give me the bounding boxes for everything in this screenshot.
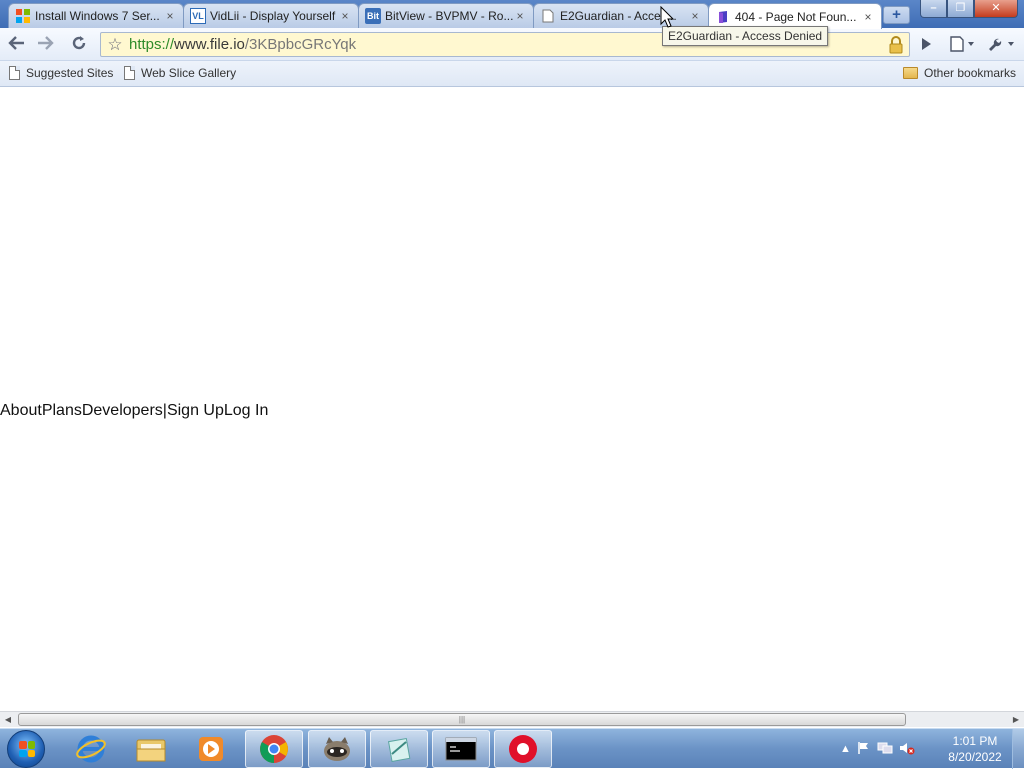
vidlii-logo-icon: VL [190,8,206,24]
nav-plans-link[interactable]: Plans [42,402,82,420]
url-host: www.file.io [174,36,245,53]
internet-explorer-icon [76,735,106,763]
minimize-button[interactable]: – [920,0,947,18]
command-prompt-icon [445,737,477,761]
tab-strip: Install Windows 7 Ser... × VL VidLii - D… [0,0,1024,29]
forward-arrow-icon [36,35,54,56]
tab-close-icon[interactable]: × [861,10,875,24]
tab-title: VidLii - Display Yourself [210,9,336,23]
page-icon [9,66,20,80]
internet-explorer-taskbar-button[interactable] [62,730,120,768]
show-hidden-icons-icon[interactable]: ▲ [840,743,851,755]
windows-taskbar: ▲ 1:01 PM 8/20/2022 [0,728,1024,769]
command-prompt-taskbar-button[interactable] [432,730,490,768]
scrollbar-thumb[interactable]: ||| [18,713,906,726]
other-bookmarks-label: Other bookmarks [924,66,1017,80]
tab-install-windows[interactable]: Install Windows 7 Ser... × [8,3,184,28]
start-button[interactable] [7,730,45,768]
record-icon [509,735,537,763]
windows-explorer-taskbar-button[interactable] [122,730,180,768]
nav-developers-link[interactable]: Developers [82,402,163,420]
page-menu-button[interactable] [946,33,980,57]
tab-tooltip: E2Guardian - Access Denied [662,26,829,46]
windows-flag-icon [19,741,35,757]
close-window-button[interactable]: ✕ [974,0,1018,18]
clock-time: 1:01 PM [952,734,998,748]
notepad-icon [387,737,411,762]
back-button[interactable] [4,33,30,57]
media-player-taskbar-button[interactable] [182,730,240,768]
tab-close-icon[interactable]: × [513,9,527,23]
tab-e2guardian[interactable]: E2Guardian - Acces... × [533,3,709,28]
other-bookmarks[interactable]: Other bookmarks [903,66,1016,80]
notepad-taskbar-button[interactable] [370,730,428,768]
bookmark-suggested-sites[interactable]: Suggested Sites [9,66,113,80]
bitview-logo-icon: Bit [365,8,381,24]
tab-close-icon[interactable]: × [338,9,352,23]
play-button[interactable] [914,33,938,57]
tab-title: 404 - Page Not Foun... [735,9,857,24]
raccoon-icon [324,737,350,761]
site-nav: About Plans Developers | Sign Up Log In [0,402,268,420]
page-content: About Plans Developers | Sign Up Log In [0,88,1024,711]
reload-icon [70,34,88,57]
play-icon [920,37,932,54]
media-player-icon [199,737,223,761]
folder-library-icon [136,739,166,762]
url-text: https://www.file.io/3KBpbcGRcYqk [129,36,356,53]
tab-close-icon[interactable]: × [163,9,177,23]
nav-log-in-link[interactable]: Log In [224,402,268,420]
tab-title: Install Windows 7 Ser... [35,9,160,23]
tab-bitview[interactable]: Bit BitView - BVPMV - Ro... × [358,3,534,28]
page-menu-icon [949,35,977,55]
page-icon [124,66,135,80]
file-io-logo-icon [715,9,731,25]
window-controls: – ❐ ✕ [920,0,1018,18]
bookmark-label: Web Slice Gallery [141,66,237,80]
action-center-flag-icon[interactable] [857,741,871,758]
tab-close-icon[interactable]: × [688,9,702,23]
page-icon [540,8,556,24]
nav-sign-up-link[interactable]: Sign Up [167,402,224,420]
nav-about-link[interactable]: About [0,402,42,420]
tools-menu-button[interactable] [984,33,1020,57]
windows-logo-icon [15,8,31,24]
network-icon[interactable] [877,741,893,758]
tab-vidlii[interactable]: VL VidLii - Display Yourself × [183,3,359,28]
bookmark-web-slice-gallery[interactable]: Web Slice Gallery [124,66,236,80]
scroll-right-icon[interactable]: ▶ [1008,712,1024,728]
clock-date: 8/20/2022 [948,750,1002,764]
folder-icon [903,67,918,79]
scroll-left-icon[interactable]: ◀ [0,712,16,728]
show-desktop-button[interactable] [1012,729,1024,769]
lock-icon[interactable] [889,36,903,54]
record-app-taskbar-button[interactable] [494,730,552,768]
chrome-icon [260,735,288,763]
chrome-taskbar-button[interactable] [245,730,303,768]
restore-button[interactable]: ❐ [947,0,974,18]
horizontal-scrollbar[interactable]: ◀ ||| ▶ [0,711,1024,727]
browser-toolbar: ☆ https://www.file.io/3KBpbcGRcYqk [0,28,1024,61]
system-tray: ▲ [840,729,915,769]
new-tab-button[interactable]: + [883,6,910,24]
url-path: /3KBpbcGRcYqk [244,36,357,53]
bookmark-star-icon[interactable]: ☆ [101,35,129,55]
url-scheme: https:// [129,36,175,53]
tab-title: BitView - BVPMV - Ro... [385,9,513,23]
mouse-cursor-icon [660,5,675,33]
taskbar-clock[interactable]: 1:01 PM 8/20/2022 [940,733,1010,765]
bookmark-label: Suggested Sites [26,66,114,80]
reload-button[interactable] [66,33,92,57]
volume-muted-icon[interactable] [899,741,915,758]
bookmarks-bar: Suggested Sites Web Slice Gallery Other … [0,61,1024,87]
wrench-icon [987,36,1017,55]
back-arrow-icon [8,35,26,56]
forward-button[interactable] [32,33,58,57]
raccoon-app-taskbar-button[interactable] [308,730,366,768]
